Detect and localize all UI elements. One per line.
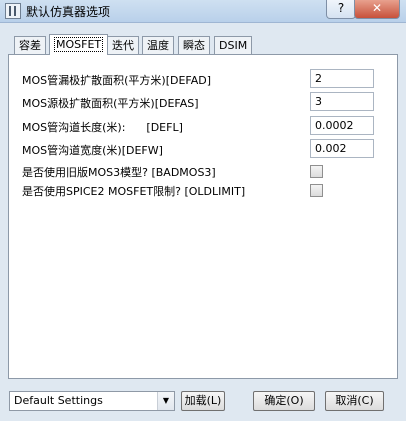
defas-input[interactable]: 3 (310, 92, 374, 111)
tab-label: MOSFET (54, 37, 104, 52)
settings-select[interactable]: Default Settings ▼ (9, 391, 175, 411)
tab-label: DSIM (219, 39, 248, 52)
tab-label: 迭代 (112, 39, 134, 52)
defw-input[interactable]: 0.002 (310, 139, 374, 158)
ok-button[interactable]: 确定(O) (253, 391, 315, 411)
defad-label: MOS管漏极扩散面积(平方米)[DEFAD] (22, 74, 212, 87)
tab-mosfet[interactable]: MOSFET (49, 34, 109, 55)
tab-dsim[interactable]: DSIM (214, 36, 253, 54)
title-bar: 默认仿真器选项 ? ✕ (0, 0, 406, 23)
app-icon (5, 3, 21, 19)
tab-temperature[interactable]: 温度 (142, 36, 174, 54)
defw-label: MOS管沟道宽度(米)[DEFW] (22, 144, 163, 157)
tab-iteration[interactable]: 迭代 (107, 36, 139, 54)
defad-input[interactable]: 2 (310, 69, 374, 88)
window-title: 默认仿真器选项 (26, 5, 111, 19)
defl-label: MOS管沟道长度(米): [DEFL] (22, 121, 183, 134)
defl-input[interactable]: 0.0002 (310, 116, 374, 135)
tab-label: 温度 (147, 39, 169, 52)
badmos3-label: 是否使用旧版MOS3模型? [BADMOS3] (22, 166, 216, 179)
badmos3-checkbox[interactable] (310, 165, 323, 178)
tab-label: 容差 (19, 39, 41, 52)
tab-transient[interactable]: 瞬态 (178, 36, 210, 54)
help-button[interactable]: ? (326, 0, 356, 19)
defas-label: MOS源极扩散面积(平方米)[DEFAS] (22, 97, 199, 110)
oldlimit-checkbox[interactable] (310, 184, 323, 197)
cancel-button[interactable]: 取消(C) (325, 391, 384, 411)
settings-select-value: Default Settings (14, 394, 103, 407)
close-button[interactable]: ✕ (354, 0, 400, 19)
tab-label: 瞬态 (183, 39, 205, 52)
chevron-down-icon[interactable]: ▼ (157, 392, 174, 410)
tab-tolerance[interactable]: 容差 (14, 36, 46, 54)
load-button[interactable]: 加载(L) (181, 391, 225, 411)
oldlimit-label: 是否使用SPICE2 MOSFET限制? [OLDLIMIT] (22, 185, 246, 198)
